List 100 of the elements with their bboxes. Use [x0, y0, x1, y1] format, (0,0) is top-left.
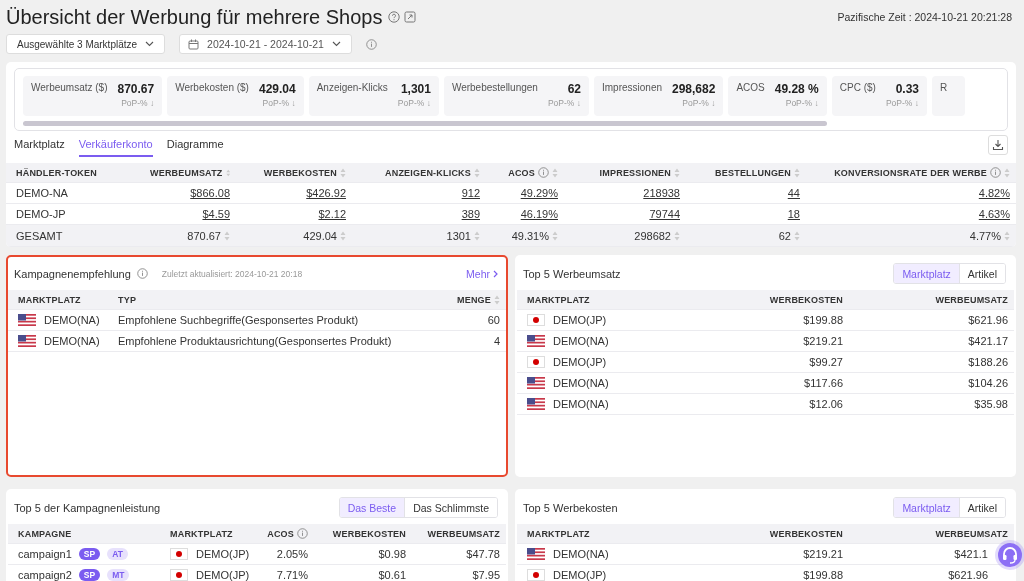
table-cell: $7.95: [472, 569, 500, 581]
table-cell: DEMO(JP): [553, 569, 607, 581]
metric-change: PoP-% ↓: [547, 98, 581, 108]
table-cell: $47.78: [466, 548, 500, 560]
sort-icon[interactable]: [1004, 167, 1010, 178]
column-header: WERBEUMSATZ: [150, 167, 223, 178]
metric-label: Werbekosten ($): [175, 82, 249, 95]
table-link[interactable]: $866.08: [190, 187, 230, 199]
tab[interactable]: Marktplatz: [14, 138, 65, 157]
table-cell: $35.98: [974, 398, 1008, 410]
toggle-button[interactable]: Marktplatz: [894, 264, 959, 283]
table-cell: $104.26: [968, 377, 1008, 389]
download-icon: [992, 139, 1004, 151]
help-icon[interactable]: [388, 11, 401, 23]
table-cell: DEMO(NA): [44, 314, 100, 326]
table-cell: DEMO(NA): [553, 335, 609, 347]
column-header: ACOS: [508, 167, 535, 178]
sort-icon[interactable]: [340, 167, 346, 178]
toggle-button[interactable]: Das Schlimmste: [404, 498, 497, 517]
table-cell: $0.98: [378, 548, 406, 560]
table-link[interactable]: 218938: [643, 187, 680, 199]
table-link[interactable]: 46.19%: [520, 208, 558, 220]
toggle-button[interactable]: Das Beste: [339, 498, 405, 517]
table-link[interactable]: 4.82%: [978, 187, 1010, 199]
column-header: HÄNDLER-TOKEN: [16, 167, 97, 178]
marketplace-select[interactable]: Ausgewählte 3 Marktplätze: [6, 34, 166, 54]
toggle-button[interactable]: Artikel: [958, 498, 1005, 517]
table-link[interactable]: 4.63%: [978, 208, 1010, 220]
table-cell: 60: [487, 314, 500, 326]
date-range-picker[interactable]: 2024-10-21 - 2024-10-21: [179, 34, 352, 54]
table-cell: 429.04: [303, 229, 337, 242]
column-header: KONVERSIONSRATE DER WERBE: [834, 167, 987, 178]
column-header: MARKTPLATZ: [18, 294, 81, 305]
sort-icon[interactable]: [474, 230, 480, 241]
tab[interactable]: Diagramme: [166, 138, 224, 157]
metric-change: PoP-% ↓: [120, 98, 155, 108]
table-cell: DEMO(NA): [44, 335, 100, 347]
metric-label: CPC ($): [839, 82, 876, 95]
metric-change: PoP-% ↓: [784, 98, 819, 108]
table-link[interactable]: 18: [787, 208, 800, 220]
campaign-tag: SP: [78, 548, 101, 560]
sort-icon[interactable]: [552, 230, 558, 241]
sort-icon[interactable]: [224, 230, 230, 241]
sort-icon[interactable]: [674, 167, 680, 178]
metric-label: R: [940, 82, 948, 93]
download-button[interactable]: [988, 135, 1008, 155]
table-link[interactable]: $426.92: [306, 187, 346, 199]
metric-value: 0.33: [894, 82, 919, 96]
column-header: KAMPAGNE: [18, 528, 72, 539]
table-link[interactable]: 389: [461, 208, 480, 220]
table-cell: 298682: [634, 229, 671, 242]
scrollbar-thumb[interactable]: [23, 121, 827, 126]
table-cell: $12.06: [809, 398, 843, 410]
table-link[interactable]: $2.12: [318, 208, 346, 220]
sort-icon[interactable]: [340, 230, 346, 241]
table-link[interactable]: 79744: [649, 208, 680, 220]
toggle-button[interactable]: Artikel: [958, 264, 1005, 283]
sort-icon[interactable]: [794, 230, 800, 241]
table-cell: DEMO(NA): [553, 548, 609, 560]
table-cell: 2.05%: [276, 548, 308, 560]
support-chat-button[interactable]: [998, 543, 1022, 567]
metric-change: PoP-% ↓: [681, 98, 716, 108]
sort-icon[interactable]: [552, 167, 558, 178]
table-cell: DEMO(NA): [553, 377, 609, 389]
metric-value: 870.67: [117, 82, 155, 96]
column-header: ACOS: [267, 528, 294, 539]
info-icon: [365, 38, 377, 50]
sort-icon[interactable]: [674, 230, 680, 241]
panel-title: Top 5 der Kampagnenleistung: [14, 501, 161, 514]
page-title: Übersicht der Werbung für mehrere Shops: [6, 5, 383, 29]
chevron-down-icon: [145, 41, 155, 47]
column-header: TYP: [118, 294, 137, 305]
sort-icon[interactable]: [794, 167, 800, 178]
tab[interactable]: Verkäuferkonto: [78, 138, 153, 157]
metric-change: PoP-% ↓: [397, 98, 431, 108]
table-cell: $219.21: [803, 548, 843, 560]
table-link[interactable]: $4.59: [202, 208, 230, 220]
toggle-button[interactable]: Marktplatz: [894, 498, 959, 517]
external-link-icon[interactable]: [404, 11, 417, 23]
sort-icon[interactable]: [494, 294, 500, 305]
metric-label: ACOS: [736, 82, 765, 95]
sort-icon[interactable]: [474, 167, 480, 178]
flag-icon: [527, 398, 545, 410]
table-cell: 4.77%: [969, 229, 1001, 242]
table-cell: $219.21: [803, 335, 843, 347]
table-link[interactable]: 912: [461, 187, 480, 199]
more-link[interactable]: Mehr: [466, 267, 498, 280]
sort-icon[interactable]: [225, 167, 230, 178]
table-link[interactable]: 49.29%: [520, 187, 558, 199]
campaign-tag: MT: [107, 569, 130, 581]
sort-icon[interactable]: [1004, 230, 1010, 241]
metric-value: 298,682: [672, 82, 716, 96]
table-cell: DEMO-NA: [16, 187, 68, 199]
metric-value: 429.04: [258, 82, 296, 96]
table-cell: DEMO(JP): [196, 569, 250, 581]
metric-value: 49.28 %: [774, 82, 819, 96]
column-header: WERBEUMSATZ: [935, 294, 1008, 305]
table-cell: 1301: [446, 229, 471, 242]
table-cell: $421.1: [954, 548, 988, 560]
table-link[interactable]: 44: [787, 187, 800, 199]
